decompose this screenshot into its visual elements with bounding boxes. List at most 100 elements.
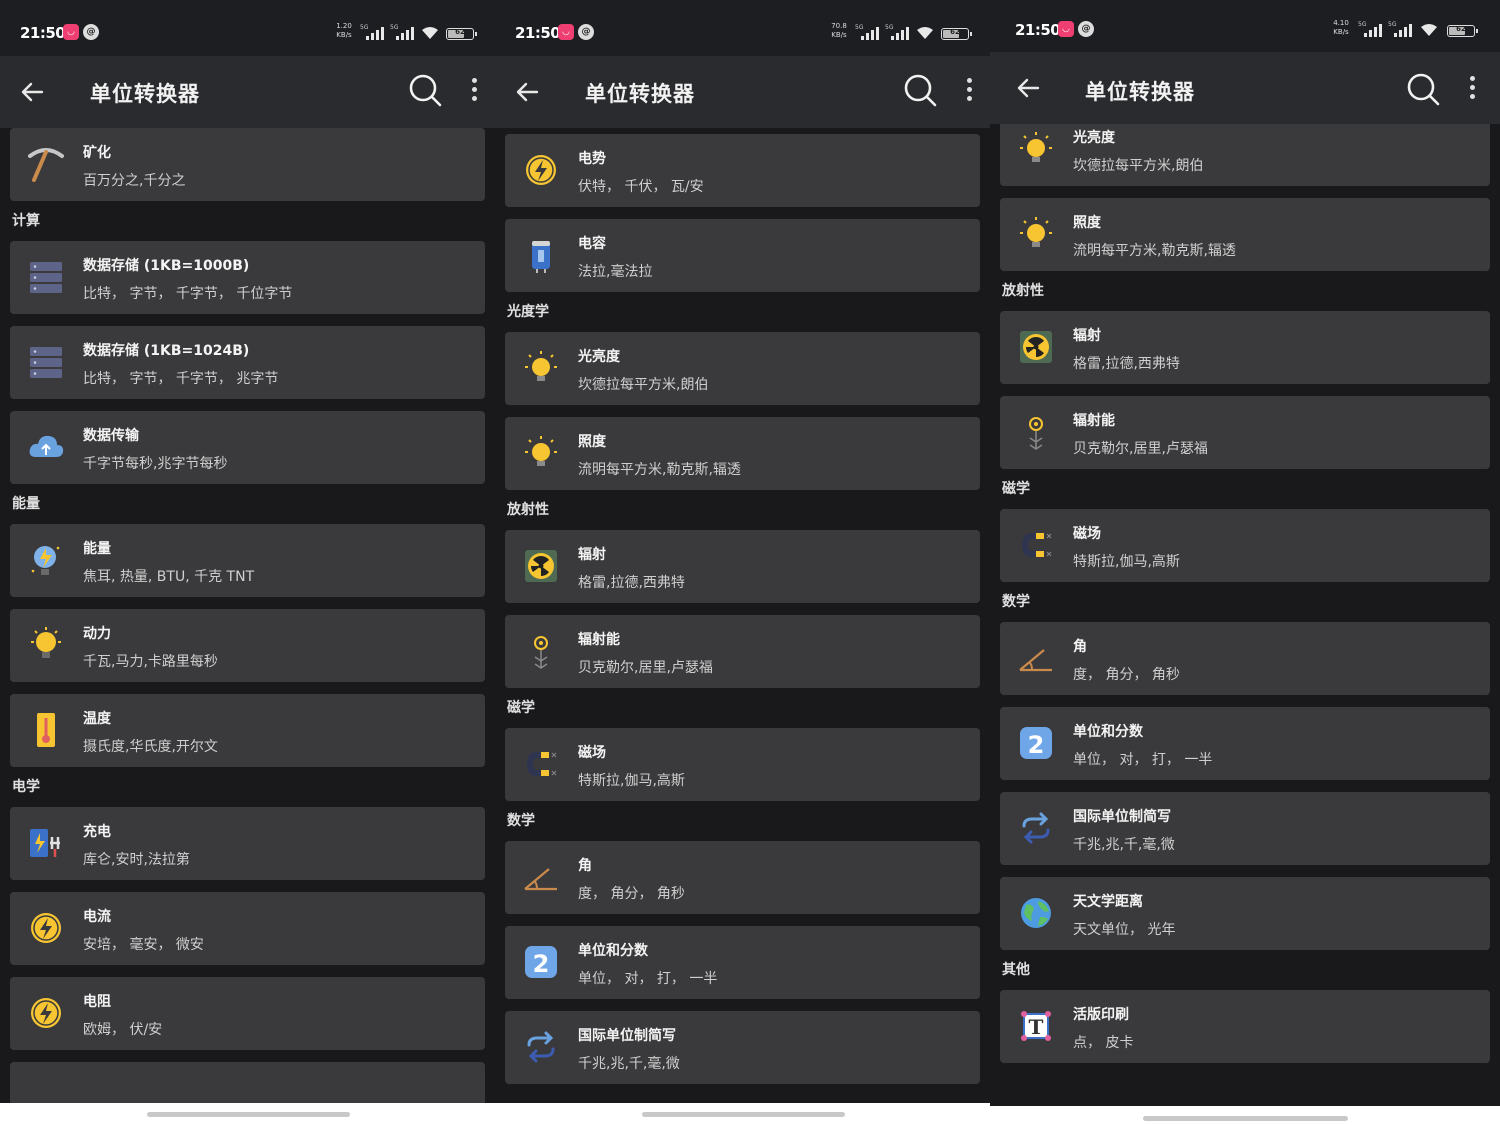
number-two-icon: 2 bbox=[521, 942, 561, 982]
unit-category-card[interactable]: 辐射能 贝克勒尔,居里,卢瑟福 bbox=[1000, 396, 1490, 469]
capacitor-icon bbox=[521, 235, 561, 275]
card-title: 天文学距离 bbox=[1073, 894, 1143, 910]
unit-category-card[interactable]: 角度， 角分， 角秒 bbox=[1000, 622, 1490, 695]
card-title: 电流 bbox=[83, 909, 111, 925]
battery-icon: 62 bbox=[1447, 25, 1478, 37]
wifi-icon bbox=[1421, 24, 1437, 36]
card-title: 数据传输 bbox=[83, 428, 139, 444]
unit-category-card[interactable]: 数据存储 (1KB=1000B) 比特， 字节， 千字节， 千位字节 bbox=[10, 241, 485, 314]
category-list[interactable]: 光亮度 坎德拉每平方米,朗伯 照度 流明每平方米,勒克斯,辐透 放射性 辐射 格雷,拉德,西… bbox=[990, 113, 1500, 1063]
section-header: 计算 bbox=[12, 213, 40, 229]
card-title: 光亮度 bbox=[1073, 130, 1115, 146]
repeat-icon bbox=[521, 1027, 561, 1067]
unit-category-card[interactable]: 磁场 特斯拉,伽马,高斯 bbox=[505, 728, 980, 801]
unit-category-card[interactable]: 数据存储 (1KB=1024B) 比特， 字节， 千字节， 兆字节 bbox=[10, 326, 485, 399]
card-subtitle: 千兆,兆,千,毫,微 bbox=[1073, 837, 1175, 853]
card-title: 角 bbox=[578, 858, 592, 874]
unit-category-card[interactable]: 照度 流明每平方米,勒克斯,辐透 bbox=[1000, 198, 1490, 271]
category-icon bbox=[26, 1078, 66, 1103]
card-title: 数据存储 (1KB=1000B) bbox=[83, 258, 250, 274]
at-sign-icon: @ bbox=[1078, 21, 1094, 37]
unit-category-card[interactable]: 磁场 特斯拉,伽马,高斯 bbox=[1000, 509, 1490, 582]
unit-category-card[interactable]: 电流安培， 毫安， 微安 bbox=[10, 892, 485, 965]
card-spacer bbox=[0, 1050, 495, 1062]
unit-category-card[interactable]: 照度流明每平方米,勒克斯,辐透 bbox=[505, 417, 980, 490]
card-spacer bbox=[990, 384, 1500, 396]
radiation-energy-icon bbox=[521, 631, 561, 671]
card-subtitle: 单位， 对， 打， 一半 bbox=[578, 971, 718, 987]
card-subtitle: 法拉,毫法拉 bbox=[578, 264, 653, 280]
search-icon[interactable] bbox=[405, 70, 445, 110]
battery-icon: 62 bbox=[941, 28, 972, 40]
energy-bulb-icon bbox=[26, 540, 66, 580]
card-title: 能量 bbox=[83, 541, 111, 557]
unit-category-card[interactable]: 2 单位和分数 单位， 对， 打， 一半 bbox=[1000, 707, 1490, 780]
angle-icon bbox=[521, 857, 561, 897]
unit-category-card[interactable]: 能量 焦耳, 热量, BTU, 千克 TNT bbox=[10, 524, 485, 597]
unit-category-card[interactable] bbox=[10, 1062, 485, 1103]
unit-category-card[interactable]: 辐射能 贝克勒尔,居里,卢瑟福 bbox=[505, 615, 980, 688]
search-icon[interactable] bbox=[900, 70, 940, 110]
unit-category-card[interactable]: 数据传输千字节每秒,兆字节每秒 bbox=[10, 411, 485, 484]
status-time: 21:50 bbox=[515, 24, 561, 42]
card-spacer bbox=[495, 405, 990, 417]
card-title: 温度 bbox=[83, 711, 111, 727]
card-title: 单位和分数 bbox=[578, 943, 648, 959]
magnet-icon bbox=[521, 744, 561, 784]
section-header: 光度学 bbox=[507, 304, 549, 320]
unit-category-card[interactable]: 2 单位和分数单位， 对， 打， 一半 bbox=[505, 926, 980, 999]
card-subtitle: 格雷,拉德,西弗特 bbox=[1073, 356, 1180, 372]
unit-category-card[interactable]: 温度 摄氏度,华氏度,开尔文 bbox=[10, 694, 485, 767]
category-list[interactable]: 电势 伏特， 千伏， 瓦/安 电容 法拉,毫法拉光度学光亮度 坎德拉每平方米,朗伯照度流… bbox=[495, 134, 990, 1084]
network-speed: 70.8 KB/s bbox=[831, 22, 847, 39]
app-notification-icon: ◡ bbox=[1058, 21, 1074, 37]
card-spacer bbox=[0, 399, 495, 411]
card-title: 辐射 bbox=[1073, 328, 1101, 344]
home-indicator[interactable] bbox=[147, 1112, 350, 1117]
unit-category-card[interactable]: 电容 法拉,毫法拉 bbox=[505, 219, 980, 292]
unit-category-card[interactable]: 国际单位制简写 千兆,兆,千,毫,微 bbox=[1000, 792, 1490, 865]
card-title: 辐射能 bbox=[1073, 413, 1115, 429]
card-subtitle: 流明每平方米,勒克斯,辐透 bbox=[578, 462, 741, 478]
sun-bulb-icon bbox=[521, 433, 561, 473]
arrow-left-icon[interactable] bbox=[509, 74, 545, 110]
category-list[interactable]: 矿化 百万分之,千分之计算数据存储 (1KB=1000B) 比特， 字节， 千字节，… bbox=[0, 128, 495, 1103]
unit-category-card[interactable]: 充电 库仑,安时,法拉第 bbox=[10, 807, 485, 880]
arrow-left-icon[interactable] bbox=[14, 74, 50, 110]
status-bar: 21:50 ◡ @ 70.8 KB/s 5G 5G 62 bbox=[495, 0, 990, 56]
card-subtitle: 千字节每秒,兆字节每秒 bbox=[83, 456, 228, 472]
arrow-left-icon[interactable] bbox=[1010, 70, 1046, 106]
home-indicator[interactable] bbox=[1143, 1116, 1348, 1121]
lightning-icon bbox=[26, 993, 66, 1033]
angle-icon bbox=[1016, 638, 1056, 678]
more-vert-icon[interactable] bbox=[468, 78, 480, 108]
card-spacer bbox=[990, 865, 1500, 877]
status-time: 21:50 bbox=[1015, 21, 1061, 39]
card-spacer bbox=[0, 314, 495, 326]
card-spacer bbox=[495, 207, 990, 219]
network-speed: 1.20 KB/s bbox=[336, 22, 352, 39]
unit-category-card[interactable]: 辐射 格雷,拉德,西弗特 bbox=[505, 530, 980, 603]
unit-category-card[interactable]: 动力 千瓦,马力,卡路里每秒 bbox=[10, 609, 485, 682]
more-vert-icon[interactable] bbox=[963, 78, 975, 108]
unit-category-card[interactable]: 国际单位制简写 千兆,兆,千,毫,微 bbox=[505, 1011, 980, 1084]
search-icon[interactable] bbox=[1403, 69, 1443, 109]
unit-category-card[interactable]: 电阻 欧姆， 伏/安 bbox=[10, 977, 485, 1050]
card-title: 照度 bbox=[578, 434, 606, 450]
card-subtitle: 库仑,安时,法拉第 bbox=[83, 852, 190, 868]
card-title: 辐射能 bbox=[578, 632, 620, 648]
unit-category-card[interactable]: 天文学距离 天文单位， 光年 bbox=[1000, 877, 1490, 950]
battery-icon: 62 bbox=[446, 28, 477, 40]
unit-category-card[interactable]: 辐射格雷,拉德,西弗特 bbox=[1000, 311, 1490, 384]
card-subtitle: 百万分之,千分之 bbox=[83, 173, 186, 189]
unit-category-card[interactable]: 矿化 百万分之,千分之 bbox=[10, 128, 485, 201]
card-subtitle: 安培， 毫安， 微安 bbox=[83, 937, 204, 953]
more-vert-icon[interactable] bbox=[1466, 76, 1478, 106]
unit-category-card[interactable]: T 活版印刷 点， 皮卡 bbox=[1000, 990, 1490, 1063]
home-indicator[interactable] bbox=[642, 1112, 845, 1117]
gesture-nav-bar bbox=[495, 1103, 990, 1125]
unit-category-card[interactable]: 光亮度 坎德拉每平方米,朗伯 bbox=[505, 332, 980, 405]
unit-category-card[interactable]: 电势 伏特， 千伏， 瓦/安 bbox=[505, 134, 980, 207]
unit-category-card[interactable]: 角度， 角分， 角秒 bbox=[505, 841, 980, 914]
card-spacer bbox=[0, 965, 495, 977]
